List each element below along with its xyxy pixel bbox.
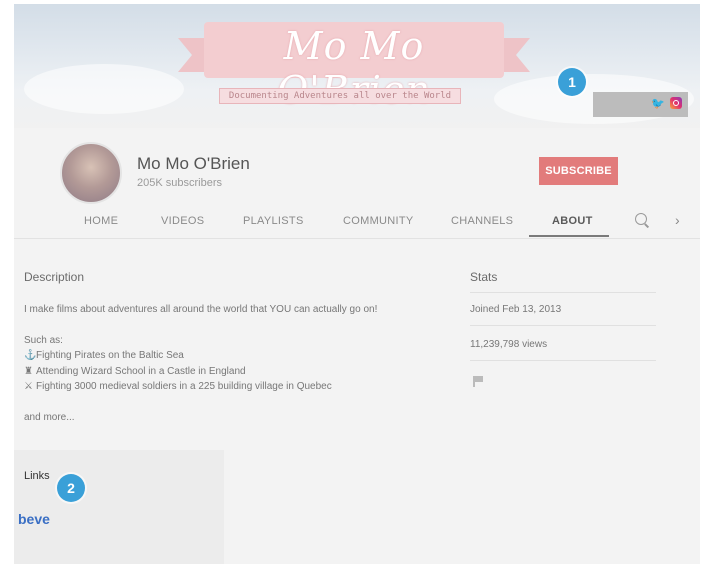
annotation-marker-2: 2: [57, 474, 85, 502]
joined-date: Joined Feb 13, 2013: [470, 304, 562, 315]
instagram-icon[interactable]: [670, 97, 682, 109]
stats-divider: [470, 325, 656, 326]
list-item: ⚔ Fighting 3000 medieval soldiers in a 22…: [24, 381, 332, 392]
description-title: Description: [24, 270, 85, 284]
links-caption: beve: [18, 511, 50, 527]
stats-title: Stats: [470, 270, 498, 284]
subscribe-button[interactable]: SUBSCRIBE: [539, 157, 618, 185]
active-tab-indicator: [529, 235, 609, 237]
tab-channels[interactable]: CHANNELS: [451, 215, 513, 227]
subscriber-count: 205K subscribers: [137, 177, 222, 189]
swords-icon: ⚔: [24, 381, 33, 392]
channel-banner: Mo Mo O'Brien Documenting Adventures all…: [14, 4, 700, 128]
list-item: ♜ Attending Wizard School in a Castle in …: [24, 366, 246, 377]
cloud-decoration: [24, 64, 184, 114]
tab-videos[interactable]: VIDEOS: [161, 215, 204, 227]
list-item-text: Attending Wizard School in a Castle in E…: [36, 366, 246, 377]
tab-about[interactable]: ABOUT: [552, 215, 593, 227]
description-more: and more...: [24, 412, 75, 423]
header-divider: [14, 238, 700, 239]
tab-home[interactable]: HOME: [84, 215, 118, 227]
links-panel: [14, 450, 224, 564]
chevron-right-icon[interactable]: ›: [675, 213, 680, 227]
channel-name: Mo Mo O'Brien: [137, 154, 250, 173]
list-item-text: Fighting Pirates on the Baltic Sea: [36, 350, 184, 361]
links-title: Links: [24, 470, 50, 482]
tab-playlists[interactable]: PLAYLISTS: [243, 215, 304, 227]
castle-icon: ♜: [24, 366, 33, 377]
description-such-as: Such as:: [24, 335, 63, 346]
stats-divider: [470, 292, 656, 293]
search-icon[interactable]: [635, 213, 647, 225]
flag-icon[interactable]: [473, 376, 483, 387]
pirate-ship-icon: ⚓: [24, 350, 37, 361]
banner-subtitle: Documenting Adventures all over the Worl…: [219, 88, 461, 104]
stats-divider: [470, 360, 656, 361]
view-count: 11,239,798 views: [470, 339, 548, 350]
youtube-channel-page: Mo Mo O'Brien Documenting Adventures all…: [14, 4, 700, 564]
tab-community[interactable]: COMMUNITY: [343, 215, 414, 227]
avatar[interactable]: [60, 142, 122, 204]
twitter-icon[interactable]: 🐦: [651, 99, 665, 110]
list-item-text: Fighting 3000 medieval soldiers in a 225…: [36, 381, 332, 392]
list-item: ⚓Fighting Pirates on the Baltic Sea: [24, 350, 184, 361]
description-intro: I make films about adventures all around…: [24, 304, 378, 315]
annotation-marker-1: 1: [558, 68, 586, 96]
